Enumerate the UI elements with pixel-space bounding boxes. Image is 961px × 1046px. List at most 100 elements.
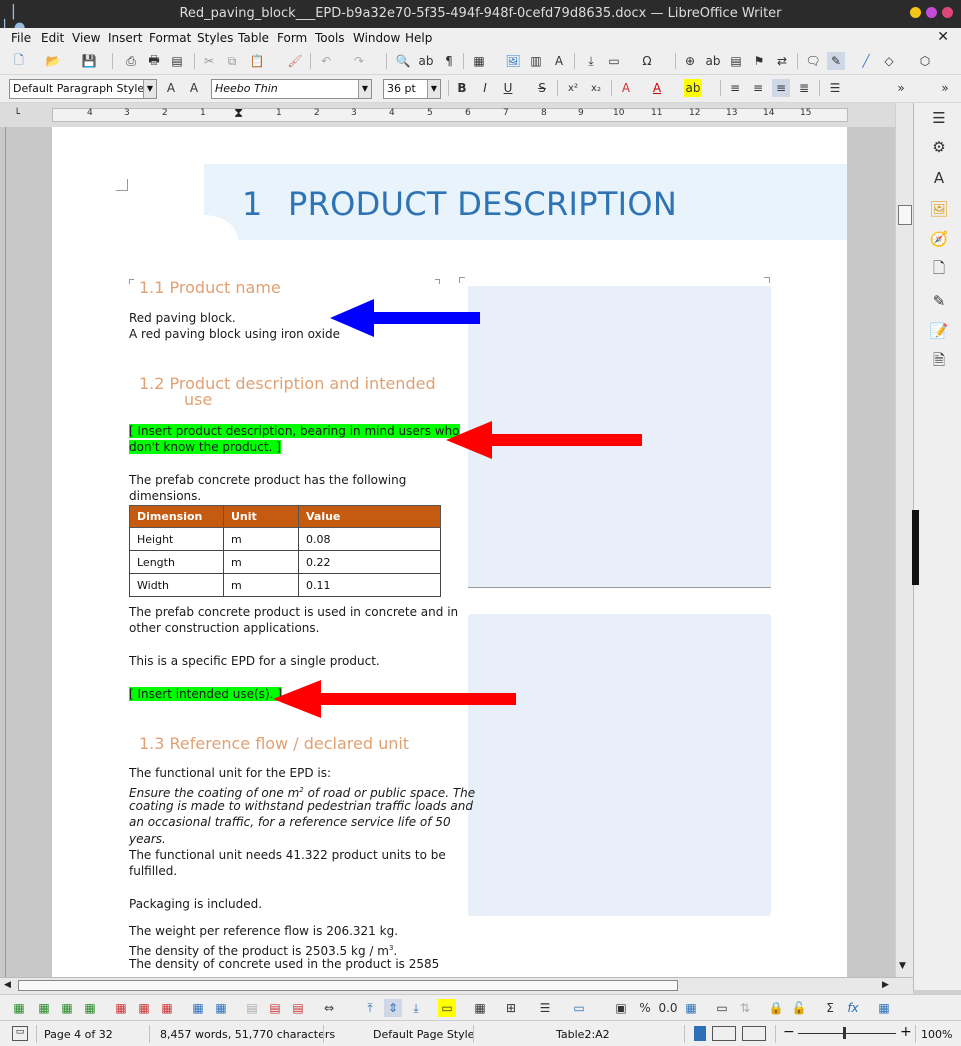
menu-form[interactable]: Form [277, 31, 307, 45]
insert-row-below-icon[interactable]: ▦ [35, 999, 53, 1017]
insert-textbox-icon[interactable]: A [550, 52, 568, 70]
number-format-currency-icon[interactable]: ▣ [612, 999, 630, 1017]
redo-icon[interactable]: ↷ [350, 52, 368, 70]
copy-icon[interactable]: ⧉ [223, 52, 241, 70]
unprotect-cells-icon[interactable]: 🔓 [790, 999, 808, 1017]
scroll-left-icon[interactable]: ◀ [4, 980, 11, 990]
delete-rows-icon[interactable]: ▦ [112, 999, 130, 1017]
number-format-standard-icon[interactable]: ▦ [682, 999, 700, 1017]
horizontal-scrollbar[interactable]: ◀ ▶ [0, 977, 913, 994]
menu-table[interactable]: Table [238, 31, 269, 45]
menu-edit[interactable]: Edit [41, 31, 64, 45]
formatting-marks-icon[interactable]: ¶ [440, 52, 458, 70]
document-page[interactable]: 1 PRODUCT DESCRIPTION 1.1 Product name R… [52, 127, 847, 977]
single-page-view-icon[interactable] [694, 1026, 706, 1041]
print-icon[interactable]: 🖶 [145, 52, 163, 70]
insert-image-icon[interactable]: 🖼 [504, 52, 522, 70]
table-cell[interactable]: 0.22 [298, 550, 441, 574]
basic-shapes-icon[interactable]: ◇ [880, 52, 898, 70]
image-placeholder-bottom[interactable] [468, 614, 771, 916]
document-workspace[interactable]: 1 PRODUCT DESCRIPTION 1.1 Product name R… [0, 127, 895, 977]
delete-columns-icon[interactable]: ▦ [135, 999, 153, 1017]
select-cell-icon[interactable]: ▦ [212, 999, 230, 1017]
paste-icon[interactable]: 📋 [248, 52, 266, 70]
scrollbar-thumb[interactable] [18, 980, 678, 991]
style-inspector-icon[interactable]: ✎ [928, 290, 950, 312]
insert-row-above-icon[interactable]: ▦ [10, 999, 28, 1017]
tab-stop-icon[interactable]: └ [14, 109, 20, 120]
menu-styles[interactable]: Styles [197, 31, 233, 45]
autoformat-styles-icon[interactable]: ▦ [471, 999, 489, 1017]
zoom-level[interactable]: 100% [921, 1028, 952, 1041]
comment-icon[interactable]: 🗨 [804, 52, 822, 70]
export-pdf-icon[interactable]: ⎙ [122, 52, 140, 70]
menu-tools[interactable]: Tools [315, 31, 345, 45]
merge-cells-icon[interactable]: ▤ [243, 999, 261, 1017]
subscript-icon[interactable]: x₂ [587, 79, 605, 97]
table-cell[interactable]: 0.08 [298, 527, 441, 551]
optimize-size-icon[interactable]: ⇔ [320, 999, 338, 1017]
select-table-icon[interactable]: ▦ [189, 999, 207, 1017]
print-preview-icon[interactable]: ▤ [168, 52, 186, 70]
insert-chart-icon[interactable]: ▥ [527, 52, 545, 70]
number-format-percent-icon[interactable]: % [636, 999, 654, 1017]
strikethrough-icon[interactable]: S [533, 79, 551, 97]
table-cell[interactable]: Length [129, 550, 224, 574]
menu-insert[interactable]: Insert [108, 31, 142, 45]
menu-file[interactable]: File [11, 31, 31, 45]
table-properties-icon[interactable]: ▦ [875, 999, 893, 1017]
design-icon[interactable]: 🗎 [928, 351, 950, 373]
insert-column-before-icon[interactable]: ▦ [58, 999, 76, 1017]
delete-table-icon[interactable]: ▦ [158, 999, 176, 1017]
align-center-icon[interactable]: ≡ [749, 79, 767, 97]
chevron-down-icon[interactable]: ▼ [427, 80, 440, 98]
horizontal-ruler[interactable]: └ 4 3 2 1 ⧗ 1 2 3 4 5 6 7 8 9 10 11 12 1… [0, 103, 913, 127]
table-cell[interactable]: Height [129, 527, 224, 551]
footnote-icon[interactable]: ab [704, 52, 722, 70]
borders-icon[interactable]: ⊞ [502, 999, 520, 1017]
split-cells-icon[interactable]: ▤ [266, 999, 284, 1017]
cut-icon[interactable]: ✂ [200, 52, 218, 70]
insert-column-after-icon[interactable]: ▦ [81, 999, 99, 1017]
font-color-icon[interactable]: A [648, 79, 666, 97]
scroll-down-icon[interactable]: ▼ [899, 961, 906, 971]
bookmark-icon[interactable]: ⚑ [750, 52, 768, 70]
more-options-icon[interactable]: » [936, 79, 954, 97]
zoom-out-icon[interactable]: − [783, 1024, 795, 1040]
border-style-icon[interactable]: ☰ [536, 999, 554, 1017]
split-table-icon[interactable]: ▤ [289, 999, 307, 1017]
formula-icon[interactable]: fx [844, 999, 862, 1017]
draw-functions-icon[interactable]: ⬡ [916, 52, 934, 70]
new-style-icon[interactable]: A [185, 79, 203, 97]
insert-caption-icon[interactable]: ▭ [713, 999, 731, 1017]
minimize-button[interactable] [910, 7, 921, 18]
scrollbar-thumb[interactable] [898, 205, 912, 225]
sum-icon[interactable]: Σ [821, 999, 839, 1017]
center-vertically-icon[interactable]: ⇕ [384, 999, 402, 1017]
italic-icon[interactable]: I [476, 79, 494, 97]
chevron-down-icon[interactable]: ▼ [143, 80, 156, 98]
zoom-in-icon[interactable]: + [900, 1024, 912, 1040]
menu-window[interactable]: Window [353, 31, 400, 45]
menu-help[interactable]: Help [405, 31, 432, 45]
align-bottom-icon[interactable]: ⤓ [407, 999, 425, 1017]
properties-icon[interactable]: ⚙ [928, 136, 950, 158]
scroll-right-icon[interactable]: ▶ [882, 980, 889, 990]
undo-icon[interactable]: ↶ [317, 52, 335, 70]
find-replace-icon[interactable]: 🔍 [394, 52, 412, 70]
sidebar-grip[interactable] [912, 510, 919, 585]
page-style[interactable]: Default Page Style [373, 1028, 474, 1041]
page-count[interactable]: Page 4 of 32 [44, 1028, 113, 1041]
bold-icon[interactable]: B [453, 79, 471, 97]
styles-icon[interactable]: A [928, 167, 950, 189]
track-changes-icon[interactable]: ✎ [827, 52, 845, 70]
clear-formatting-icon[interactable]: A [617, 79, 635, 97]
align-right-icon[interactable]: ≡ [772, 79, 790, 97]
paragraph-style-combo[interactable]: Default Paragraph Style ▼ [9, 79, 157, 99]
clone-formatting-icon[interactable]: 🖌 [286, 52, 304, 70]
table-cell[interactable]: 0.11 [298, 573, 441, 597]
font-size-combo[interactable]: 36 pt ▼ [383, 79, 441, 99]
navigator-icon[interactable]: 🧭 [928, 228, 950, 250]
save-icon[interactable]: 💾 [80, 52, 98, 70]
close-document-icon[interactable]: ✕ [937, 29, 949, 45]
